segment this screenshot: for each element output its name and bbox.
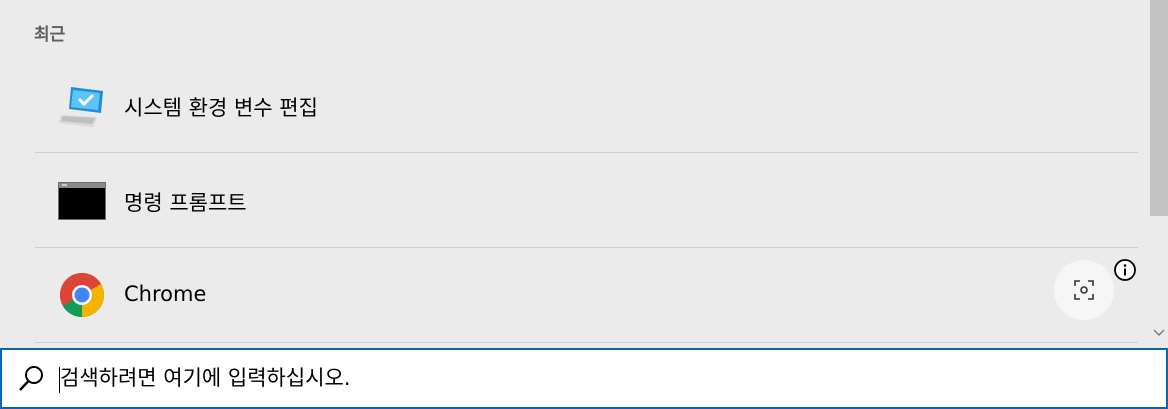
recent-item-system-env[interactable]: 시스템 환경 변수 편집: [35, 58, 1138, 153]
command-prompt-icon: [58, 182, 106, 220]
chrome-icon: [60, 273, 104, 317]
search-box[interactable]: [0, 348, 1168, 409]
divider: [35, 342, 1138, 343]
recent-item-command-prompt[interactable]: 명령 프롬프트: [35, 153, 1138, 248]
chevron-down-icon[interactable]: [1152, 326, 1166, 340]
scrollbar-thumb[interactable]: [1150, 0, 1168, 216]
search-input[interactable]: [60, 358, 1140, 398]
search-results-panel: 최근 시스템 환경 변수 편집 명령 프롬프트 Chrome: [0, 0, 1148, 348]
recent-item-label: 시스템 환경 변수 편집: [124, 96, 318, 120]
system-properties-icon: [59, 87, 103, 127]
visual-search-button[interactable]: [1054, 260, 1114, 320]
search-icon: [19, 366, 43, 391]
scan-icon: [1074, 280, 1094, 300]
recent-section-header: 최근: [34, 25, 66, 45]
recent-item-chrome[interactable]: Chrome: [35, 248, 1138, 343]
recent-item-label: 명령 프롬프트: [124, 191, 247, 215]
info-icon[interactable]: [1113, 258, 1137, 282]
recent-item-label: Chrome: [124, 282, 207, 306]
